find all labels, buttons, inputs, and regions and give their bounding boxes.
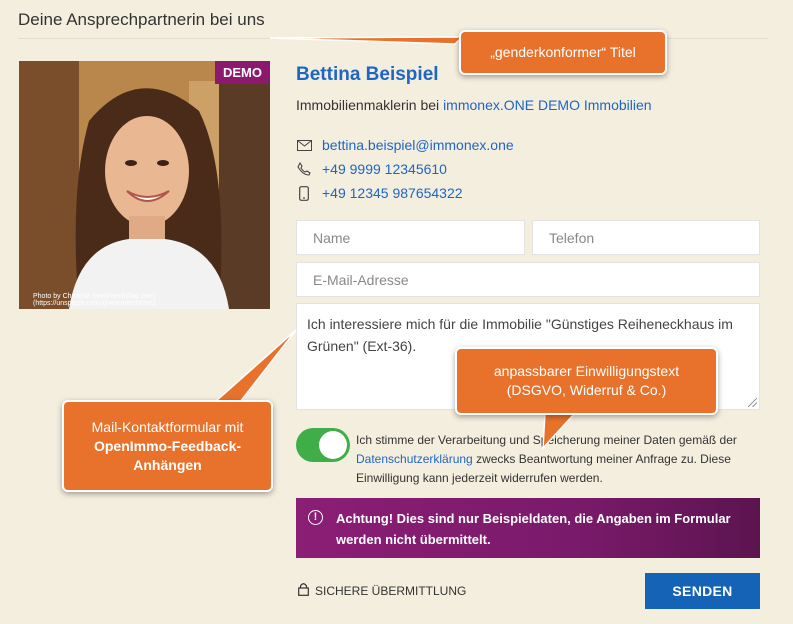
callout-mail-line1: Mail-Kontaktformular mit (91, 418, 244, 435)
callout-mail-form: Mail-Kontaktformular mit OpenImmo-Feedba… (62, 400, 273, 492)
callout-mail-line3: Anhängen (133, 456, 202, 473)
callout-consent-line1: anpassbarer Einwilligungstext (493, 363, 680, 379)
callout-title-text: „genderkonformer“ Titel (490, 44, 636, 60)
callout-title: „genderkonformer“ Titel (459, 30, 667, 75)
callout-consent: anpassbarer Einwilligungstext (DSGVO, Wi… (455, 347, 718, 415)
callout-mail-line2: OpenImmo-Feedback- (93, 437, 242, 454)
callout-pointers (213, 36, 577, 451)
callout-consent-line2: (DSGVO, Widerruf & Co.) (506, 382, 667, 398)
